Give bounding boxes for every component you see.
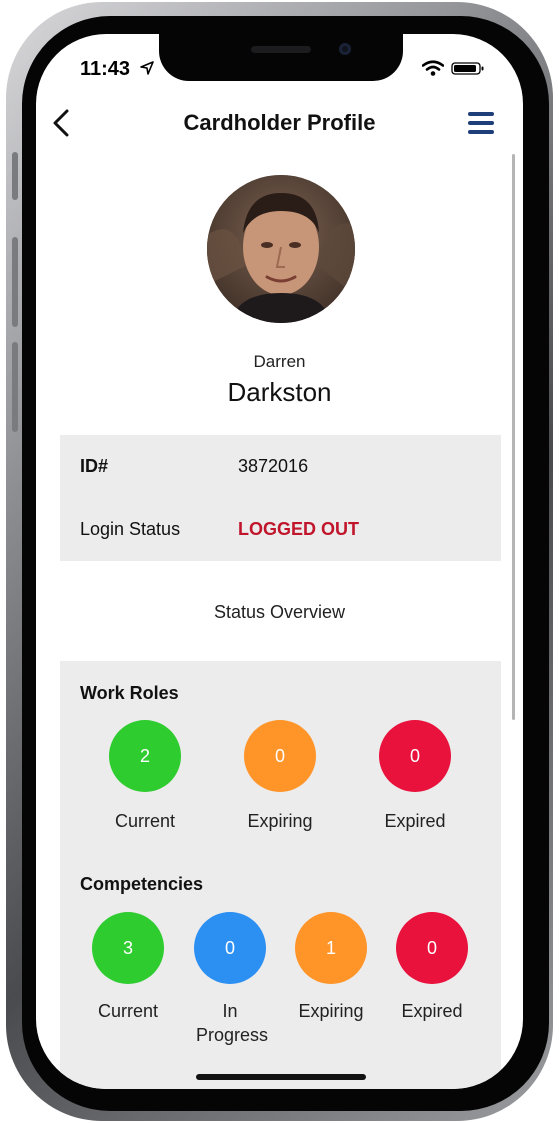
work-roles-title: Work Roles — [80, 683, 179, 703]
login-status-label: Login Status — [80, 519, 181, 539]
hamburger-menu-icon[interactable] — [468, 112, 494, 134]
competencies-expiring-label: Expiring — [298, 1001, 364, 1021]
id-label: ID# — [80, 456, 109, 476]
competencies-current-circle[interactable]: 3 — [92, 912, 164, 984]
id-value: 3872016 — [238, 456, 309, 476]
competencies-in-progress-circle[interactable]: 0 — [194, 912, 266, 984]
page-title: Cardholder Profile — [183, 110, 376, 135]
speaker — [251, 46, 311, 53]
battery-icon — [451, 62, 484, 75]
wifi-icon — [422, 60, 444, 76]
home-indicator[interactable] — [196, 1074, 366, 1080]
scrollbar[interactable] — [512, 154, 515, 720]
work-roles-expiring-label: Expiring — [247, 811, 313, 831]
login-status-value: LOGGED OUT — [238, 519, 359, 539]
status-overview-heading: Status Overview — [213, 602, 346, 622]
mute-switch — [12, 152, 18, 200]
work-roles-current-circle[interactable]: 2 — [109, 720, 181, 792]
camera — [339, 43, 351, 55]
status-overview-panel: Work Roles 2 0 0 Current Expiring Expire… — [60, 661, 501, 1089]
last-name: Darkston — [227, 377, 332, 407]
volume-down-button — [12, 342, 18, 432]
work-roles-expiring-circle[interactable]: 0 — [244, 720, 316, 792]
competencies-current-label: Current — [97, 1001, 159, 1021]
status-time: 11:43 — [80, 58, 131, 80]
work-roles-current-label: Current — [114, 811, 176, 831]
work-roles-expired-circle[interactable]: 0 — [379, 720, 451, 792]
avatar — [207, 175, 355, 323]
first-name: Darren — [253, 352, 306, 371]
competencies-expired-circle[interactable]: 0 — [396, 912, 468, 984]
notch — [159, 34, 403, 81]
location-arrow-icon — [140, 61, 154, 75]
competencies-expiring-circle[interactable]: 1 — [295, 912, 367, 984]
competencies-expired-label: Expired — [401, 1001, 463, 1021]
work-roles-expired-label: Expired — [384, 811, 446, 831]
app-screen: 11:43 Cardholder Profile Darren Darkston… — [36, 34, 523, 1089]
competencies-in-progress-label: In Progress — [196, 1001, 269, 1045]
avatar-photo — [207, 175, 355, 323]
info-panel: ID# 3872016 Login Status LOGGED OUT — [60, 435, 501, 561]
volume-up-button — [12, 237, 18, 327]
competencies-title: Competencies — [80, 874, 204, 894]
